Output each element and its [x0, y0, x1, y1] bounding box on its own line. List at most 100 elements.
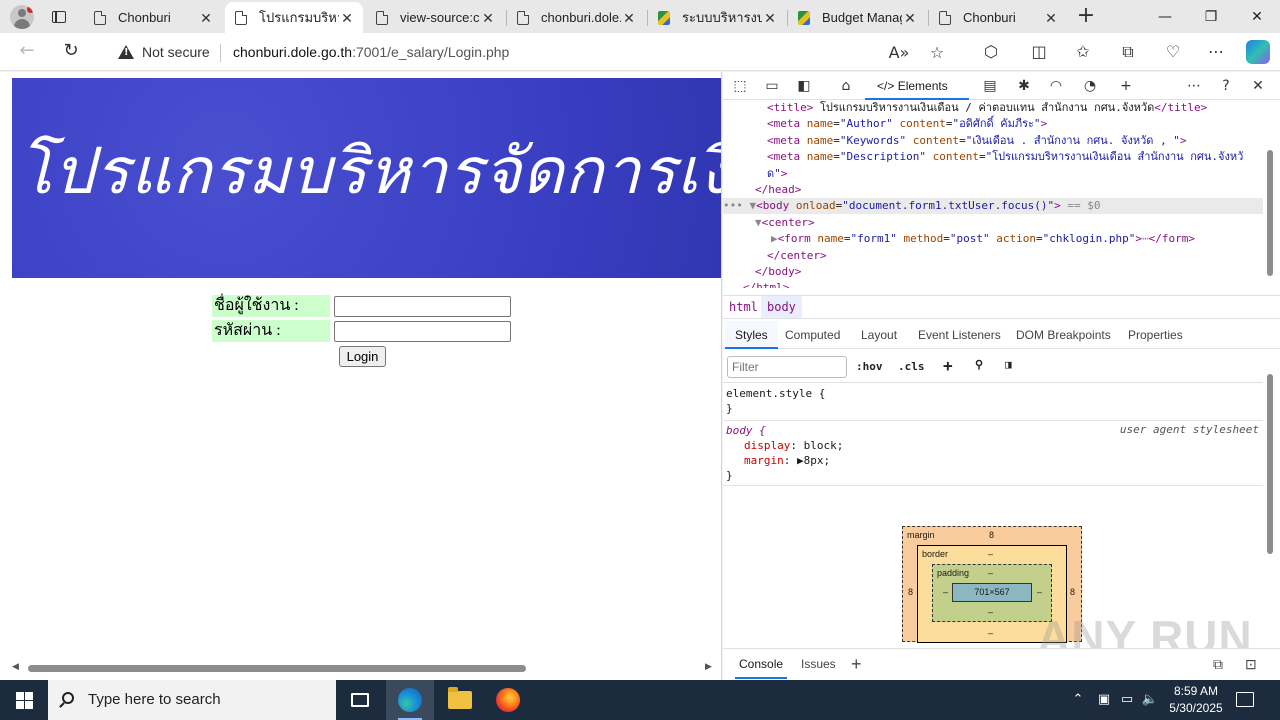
- sources-bug-icon[interactable]: ✱: [1013, 75, 1035, 97]
- collections-icon[interactable]: ⧉: [1115, 40, 1141, 64]
- styles-filter-input[interactable]: [727, 356, 847, 378]
- close-tab-icon[interactable]: ✕: [902, 10, 918, 26]
- box-model-content[interactable]: 701×567: [952, 583, 1032, 602]
- welcome-home-icon[interactable]: ⌂: [835, 75, 857, 97]
- restore-icon[interactable]: ❐: [1188, 0, 1234, 33]
- tab-properties[interactable]: Properties: [1128, 321, 1183, 349]
- security-label[interactable]: Not secure: [142, 44, 210, 60]
- favorites-icon[interactable]: ✩: [1070, 40, 1096, 64]
- dom-node-selected[interactable]: ••• ▼<body onload="document.form1.txtUse…: [723, 198, 1263, 215]
- dom-node[interactable]: ▶<form name="form1" method="post" action…: [723, 231, 1263, 247]
- devtools-menu-icon[interactable]: ⋯: [1183, 75, 1205, 97]
- windows-start-icon[interactable]: [0, 680, 48, 720]
- dom-node[interactable]: <title> โปรแกรมบริหารงานเงินเดือน / ค่าต…: [723, 100, 1263, 116]
- task-view-icon[interactable]: [336, 680, 384, 720]
- browser-tab[interactable]: ระบบบริหารงบประ ✕: [648, 2, 786, 33]
- refresh-icon[interactable]: ↻: [58, 40, 84, 64]
- dom-node[interactable]: <meta name="Description" content="โปรแกร…: [723, 149, 1263, 165]
- browser-tab-active[interactable]: โปรแกรมบริหารงาน ✕: [225, 2, 363, 33]
- inspect-element-icon[interactable]: ⬚: [729, 75, 751, 97]
- class-toggle[interactable]: .cls: [898, 360, 925, 373]
- dom-node[interactable]: </center>: [723, 248, 1263, 264]
- console-icon[interactable]: ▤: [979, 75, 1001, 97]
- close-tab-icon[interactable]: ✕: [621, 10, 637, 26]
- undock-drawer-icon[interactable]: ⧉: [1213, 649, 1223, 679]
- breadcrumb-body[interactable]: body: [761, 296, 802, 318]
- taskbar-search-box[interactable]: Type here to search: [48, 680, 336, 720]
- copilot-icon[interactable]: [1246, 40, 1270, 64]
- show-hidden-icons-chevron-icon[interactable]: ⌃: [1068, 680, 1088, 720]
- username-input[interactable]: [334, 296, 511, 317]
- warning-icon[interactable]: [118, 45, 134, 59]
- browser-tab[interactable]: Chonburi ✕: [929, 2, 1067, 33]
- file-explorer-icon[interactable]: [436, 680, 484, 720]
- tab-actions-icon[interactable]: [46, 6, 72, 28]
- read-aloud-icon[interactable]: A»: [888, 42, 910, 64]
- close-tab-icon[interactable]: ✕: [762, 10, 778, 26]
- tab-issues[interactable]: Issues: [801, 649, 836, 679]
- tab-layout[interactable]: Layout: [861, 321, 897, 349]
- volume-icon[interactable]: 🔈: [1140, 680, 1160, 720]
- url-text[interactable]: chonburi.dole.go.th:7001/e_salary/Login.…: [233, 44, 509, 60]
- scroll-right-icon[interactable]: ▶: [705, 662, 712, 672]
- close-devtools-icon[interactable]: ✕: [1247, 75, 1269, 97]
- more-menu-icon[interactable]: ⋯: [1203, 40, 1229, 64]
- close-tab-icon[interactable]: ✕: [1043, 10, 1059, 26]
- firefox-icon[interactable]: [484, 680, 532, 720]
- toggle-sidebar-icon[interactable]: ◨: [1005, 358, 1012, 371]
- address-bar[interactable]: Not secure chonburi.dole.go.th:7001/e_sa…: [102, 36, 964, 68]
- close-tab-icon[interactable]: ✕: [339, 10, 355, 26]
- minimize-icon[interactable]: —: [1142, 0, 1188, 33]
- hover-state-toggle[interactable]: :hov: [856, 360, 883, 373]
- close-tab-icon[interactable]: ✕: [480, 10, 496, 26]
- dom-node[interactable]: ด">: [723, 166, 1263, 182]
- scrollbar-thumb[interactable]: [28, 665, 526, 672]
- paint-brush-icon[interactable]: ⚲: [975, 358, 983, 371]
- browser-tab[interactable]: Chonburi ✕: [84, 2, 222, 33]
- tab-dom-breakpoints[interactable]: DOM Breakpoints: [1016, 321, 1111, 349]
- tab-elements[interactable]: </> Elements: [865, 72, 969, 100]
- styles-scrollbar[interactable]: [1264, 356, 1276, 636]
- device-toolbar-icon[interactable]: ▭: [761, 75, 783, 97]
- system-clock[interactable]: 8:59 AM 5/30/2025: [1160, 683, 1232, 717]
- expand-triangle-icon[interactable]: ▶: [797, 454, 804, 467]
- dom-node[interactable]: </html>: [723, 280, 1263, 288]
- new-tab-icon[interactable]: +: [1074, 5, 1098, 29]
- notification-center-icon[interactable]: [1236, 692, 1254, 707]
- tab-styles[interactable]: Styles: [725, 321, 778, 349]
- dom-node[interactable]: </body>: [723, 264, 1263, 280]
- scrollbar-thumb[interactable]: [1267, 150, 1273, 276]
- split-screen-icon[interactable]: ◫: [1026, 40, 1052, 64]
- css-declaration[interactable]: margin: ▶8px;: [744, 453, 830, 468]
- back-arrow-icon[interactable]: ←: [14, 40, 40, 64]
- element-style-rule[interactable]: element.style {: [726, 386, 825, 401]
- more-tools-plus-icon[interactable]: +: [1115, 75, 1137, 97]
- tab-event-listeners[interactable]: Event Listeners: [918, 321, 1001, 349]
- new-style-rule-icon[interactable]: +: [943, 356, 953, 375]
- tab-computed[interactable]: Computed: [785, 321, 840, 349]
- scrollbar-thumb[interactable]: [1267, 374, 1273, 554]
- network-icon[interactable]: ▭: [1116, 680, 1138, 720]
- login-button[interactable]: Login: [339, 346, 386, 367]
- browser-tab[interactable]: view-source:ch ✕: [366, 2, 504, 33]
- help-icon[interactable]: ?: [1215, 75, 1237, 97]
- dock-side-icon[interactable]: ◧: [793, 75, 815, 97]
- horizontal-scrollbar[interactable]: ◀ ▶: [0, 661, 721, 675]
- dom-tree[interactable]: <title> โปรแกรมบริหารงานเงินเดือน / ค่าต…: [723, 100, 1263, 288]
- expand-drawer-icon[interactable]: ⊡: [1245, 649, 1257, 679]
- close-window-icon[interactable]: ✕: [1234, 0, 1280, 33]
- dom-node[interactable]: ▼<center>: [723, 215, 1263, 231]
- dom-scrollbar[interactable]: [1264, 102, 1276, 288]
- body-selector[interactable]: body {: [726, 423, 766, 438]
- performance-gauge-icon[interactable]: ◔: [1079, 75, 1101, 97]
- network-wifi-icon[interactable]: ◠: [1045, 75, 1067, 97]
- extensions-icon[interactable]: ⬡: [978, 40, 1004, 64]
- password-input[interactable]: [334, 321, 511, 342]
- css-declaration[interactable]: display: block;: [744, 438, 843, 453]
- profile-avatar-icon[interactable]: [10, 5, 34, 29]
- dom-node[interactable]: </head>: [723, 182, 1263, 198]
- edge-browser-icon[interactable]: [386, 680, 434, 720]
- close-tab-icon[interactable]: ✕: [198, 10, 214, 26]
- favorite-star-icon[interactable]: ☆: [926, 42, 948, 64]
- device-icon[interactable]: ▣: [1094, 680, 1114, 720]
